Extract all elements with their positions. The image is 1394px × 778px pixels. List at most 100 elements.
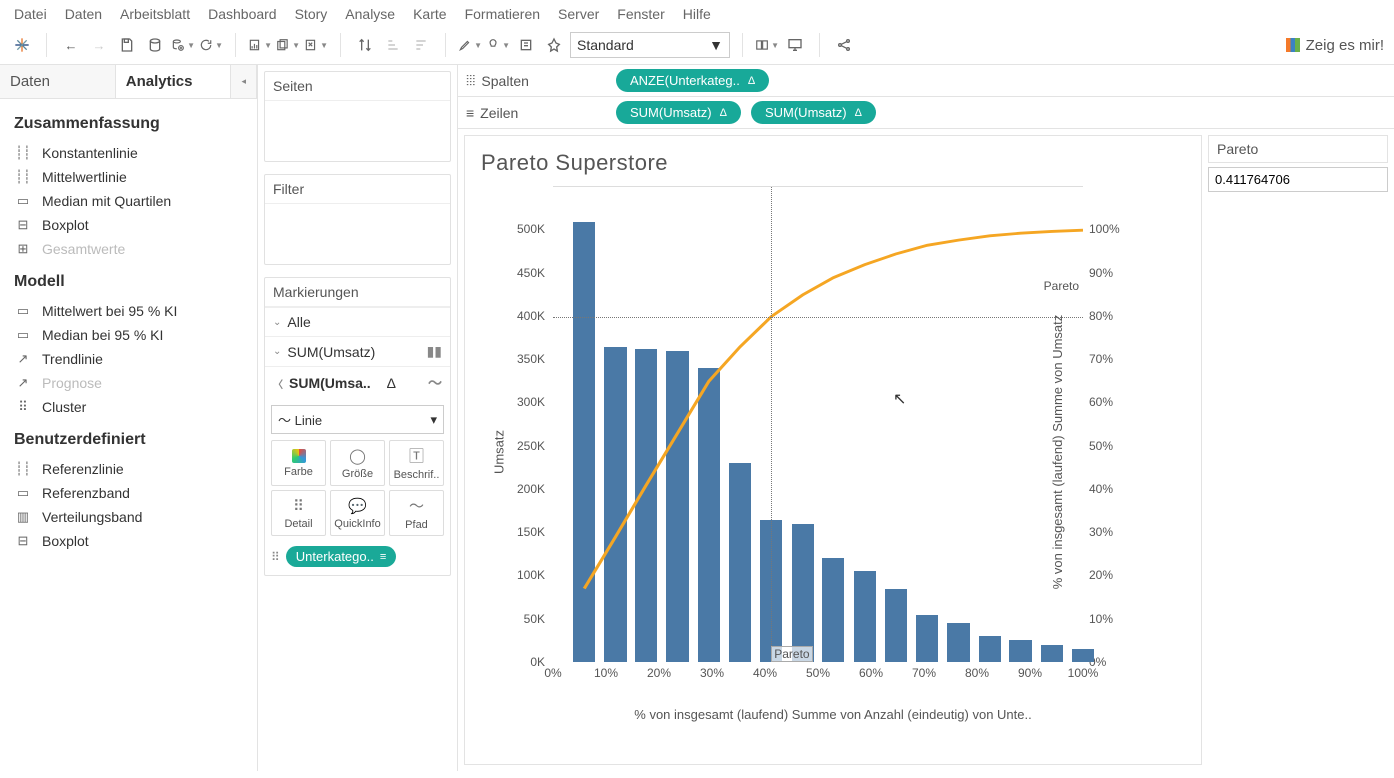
mark-type-select[interactable]: 〜 Linie▾: [271, 405, 444, 434]
path-button[interactable]: 〜Pfad: [389, 490, 444, 536]
pin-icon[interactable]: [542, 33, 566, 57]
show-me-button[interactable]: Zeig es mir!: [1286, 37, 1384, 54]
marks-all-row[interactable]: ⌄Alle: [265, 308, 450, 336]
menu-item[interactable]: Server: [558, 6, 599, 22]
labels-icon[interactable]: [514, 33, 538, 57]
sort-asc-icon[interactable]: [381, 33, 405, 57]
color-icon: [292, 449, 306, 463]
fit-select[interactable]: Standard▼: [570, 32, 730, 58]
clear-sheet-icon[interactable]: ▼: [304, 33, 328, 57]
y-tick: 350K: [517, 352, 545, 366]
size-button[interactable]: ◯Größe: [330, 440, 385, 486]
y2-tick: 10%: [1089, 612, 1113, 626]
menubar: Datei Daten Arbeitsblatt Dashboard Story…: [0, 0, 1394, 26]
filter-card[interactable]: Filter: [264, 174, 451, 265]
color-button[interactable]: Farbe: [271, 440, 326, 486]
datasource-icon[interactable]: [143, 33, 167, 57]
line-icon: 〜: [428, 373, 442, 393]
save-icon[interactable]: [115, 33, 139, 57]
analytics-item[interactable]: ▭Mittelwert bei 95 % KI: [14, 299, 243, 323]
analytics-item-icon: ▭: [14, 327, 32, 343]
pages-card[interactable]: Seiten: [264, 71, 451, 162]
menu-item[interactable]: Datei: [14, 6, 47, 22]
duplicate-sheet-icon[interactable]: ▼: [276, 33, 300, 57]
tableau-logo-icon[interactable]: [10, 33, 34, 57]
y-tick: 100K: [517, 568, 545, 582]
viz-canvas[interactable]: Pareto Superstore Umsatz % von insgesamt…: [464, 135, 1202, 765]
menu-item[interactable]: Analyse: [345, 6, 395, 22]
analytics-item-icon: ┊┊: [14, 461, 32, 477]
columns-shelf[interactable]: ⦙⦙⦙Spalten ANZE(Unterkateg..Δ: [458, 65, 1394, 97]
analytics-item[interactable]: ↗Trendlinie: [14, 347, 243, 371]
menu-item[interactable]: Dashboard: [208, 6, 277, 22]
analytics-item-icon: ┊┊: [14, 145, 32, 161]
collapse-pane-icon[interactable]: ◂: [231, 65, 257, 98]
show-cards-icon[interactable]: ▼: [755, 33, 779, 57]
columns-pill[interactable]: ANZE(Unterkateg..Δ: [616, 69, 769, 92]
refresh-icon[interactable]: ▼: [199, 33, 223, 57]
menu-item[interactable]: Arbeitsblatt: [120, 6, 190, 22]
analytics-item-icon: ▥: [14, 509, 32, 525]
rows-shelf[interactable]: ≡Zeilen SUM(Umsatz)Δ SUM(Umsatz)Δ: [458, 97, 1394, 129]
menu-item[interactable]: Formatieren: [465, 6, 540, 22]
analytics-item[interactable]: ⊟Boxplot: [14, 213, 243, 237]
y-tick: 500K: [517, 222, 545, 236]
parameter-input[interactable]: [1208, 167, 1388, 192]
analytics-item[interactable]: ⠿Cluster: [14, 395, 243, 419]
analytics-item: ⊞Gesamtwerte: [14, 237, 243, 261]
presentation-icon[interactable]: [783, 33, 807, 57]
x-tick: 90%: [1018, 666, 1042, 680]
viz-title[interactable]: Pareto Superstore: [481, 150, 1191, 176]
group-icon[interactable]: ▼: [486, 33, 510, 57]
analytics-item-icon: ⠿: [14, 399, 32, 415]
x-tick: 30%: [700, 666, 724, 680]
new-sheet-icon[interactable]: ▼: [248, 33, 272, 57]
forward-icon[interactable]: →: [87, 33, 111, 57]
menu-item[interactable]: Hilfe: [683, 6, 711, 22]
marks-axis1-row[interactable]: ⌄SUM(Umsatz)▮▮: [265, 337, 450, 366]
y-tick: 300K: [517, 395, 545, 409]
detail-button[interactable]: ⠿Detail: [271, 490, 326, 536]
rows-icon: ≡: [466, 105, 474, 121]
tab-analytics[interactable]: Analytics: [116, 65, 232, 98]
rows-pill-2[interactable]: SUM(Umsatz)Δ: [751, 101, 876, 124]
delta-icon: Δ: [720, 107, 727, 119]
path-icon: 〜: [409, 495, 424, 516]
label-button[interactable]: 🅃Beschrif..: [389, 440, 444, 486]
share-icon[interactable]: [832, 33, 856, 57]
y2-tick: 100%: [1089, 222, 1120, 236]
marks-axis2-row[interactable]: 〈SUM(Umsa.. Δ〜: [265, 367, 450, 399]
analytics-item[interactable]: ▭Median bei 95 % KI: [14, 323, 243, 347]
analytics-item[interactable]: ┊┊Konstantenlinie: [14, 141, 243, 165]
y2-tick: 80%: [1089, 309, 1113, 323]
analytics-item-icon: ▭: [14, 485, 32, 501]
analytics-item-icon: ↗: [14, 375, 32, 391]
y-tick: 200K: [517, 482, 545, 496]
analytics-item-icon: ┊┊: [14, 169, 32, 185]
swap-icon[interactable]: [353, 33, 377, 57]
analytics-item[interactable]: ▭Median mit Quartilen: [14, 189, 243, 213]
menu-item[interactable]: Fenster: [617, 6, 664, 22]
analytics-item[interactable]: ▭Referenzband: [14, 481, 243, 505]
rows-pill-1[interactable]: SUM(Umsatz)Δ: [616, 101, 741, 124]
tooltip-button[interactable]: 💬QuickInfo: [330, 490, 385, 536]
analytics-item[interactable]: ┊┊Mittelwertlinie: [14, 165, 243, 189]
sort-desc-icon[interactable]: [409, 33, 433, 57]
menu-item[interactable]: Story: [295, 6, 328, 22]
menu-item[interactable]: Daten: [65, 6, 102, 22]
plot-area[interactable]: Pareto Pareto ↖: [553, 186, 1083, 662]
marks-field-row[interactable]: ⠿ Unterkatego..≡: [271, 546, 444, 567]
new-datasource-icon[interactable]: ▼: [171, 33, 195, 57]
highlight-icon[interactable]: ▼: [458, 33, 482, 57]
menu-item[interactable]: Karte: [413, 6, 446, 22]
tab-data[interactable]: Daten: [0, 65, 116, 98]
x-tick: 50%: [806, 666, 830, 680]
y-axis-left-label[interactable]: Umsatz: [492, 430, 507, 474]
analytics-item[interactable]: ▥Verteilungsband: [14, 505, 243, 529]
analytics-item[interactable]: ┊┊Referenzlinie: [14, 457, 243, 481]
section-title: Modell: [14, 273, 243, 291]
analytics-item[interactable]: ⊟Boxplot: [14, 529, 243, 553]
x-axis-label[interactable]: % von insgesamt (laufend) Summe von Anza…: [475, 707, 1191, 722]
back-icon[interactable]: ←: [59, 33, 83, 57]
columns-icon: ⦙⦙⦙: [466, 72, 475, 89]
